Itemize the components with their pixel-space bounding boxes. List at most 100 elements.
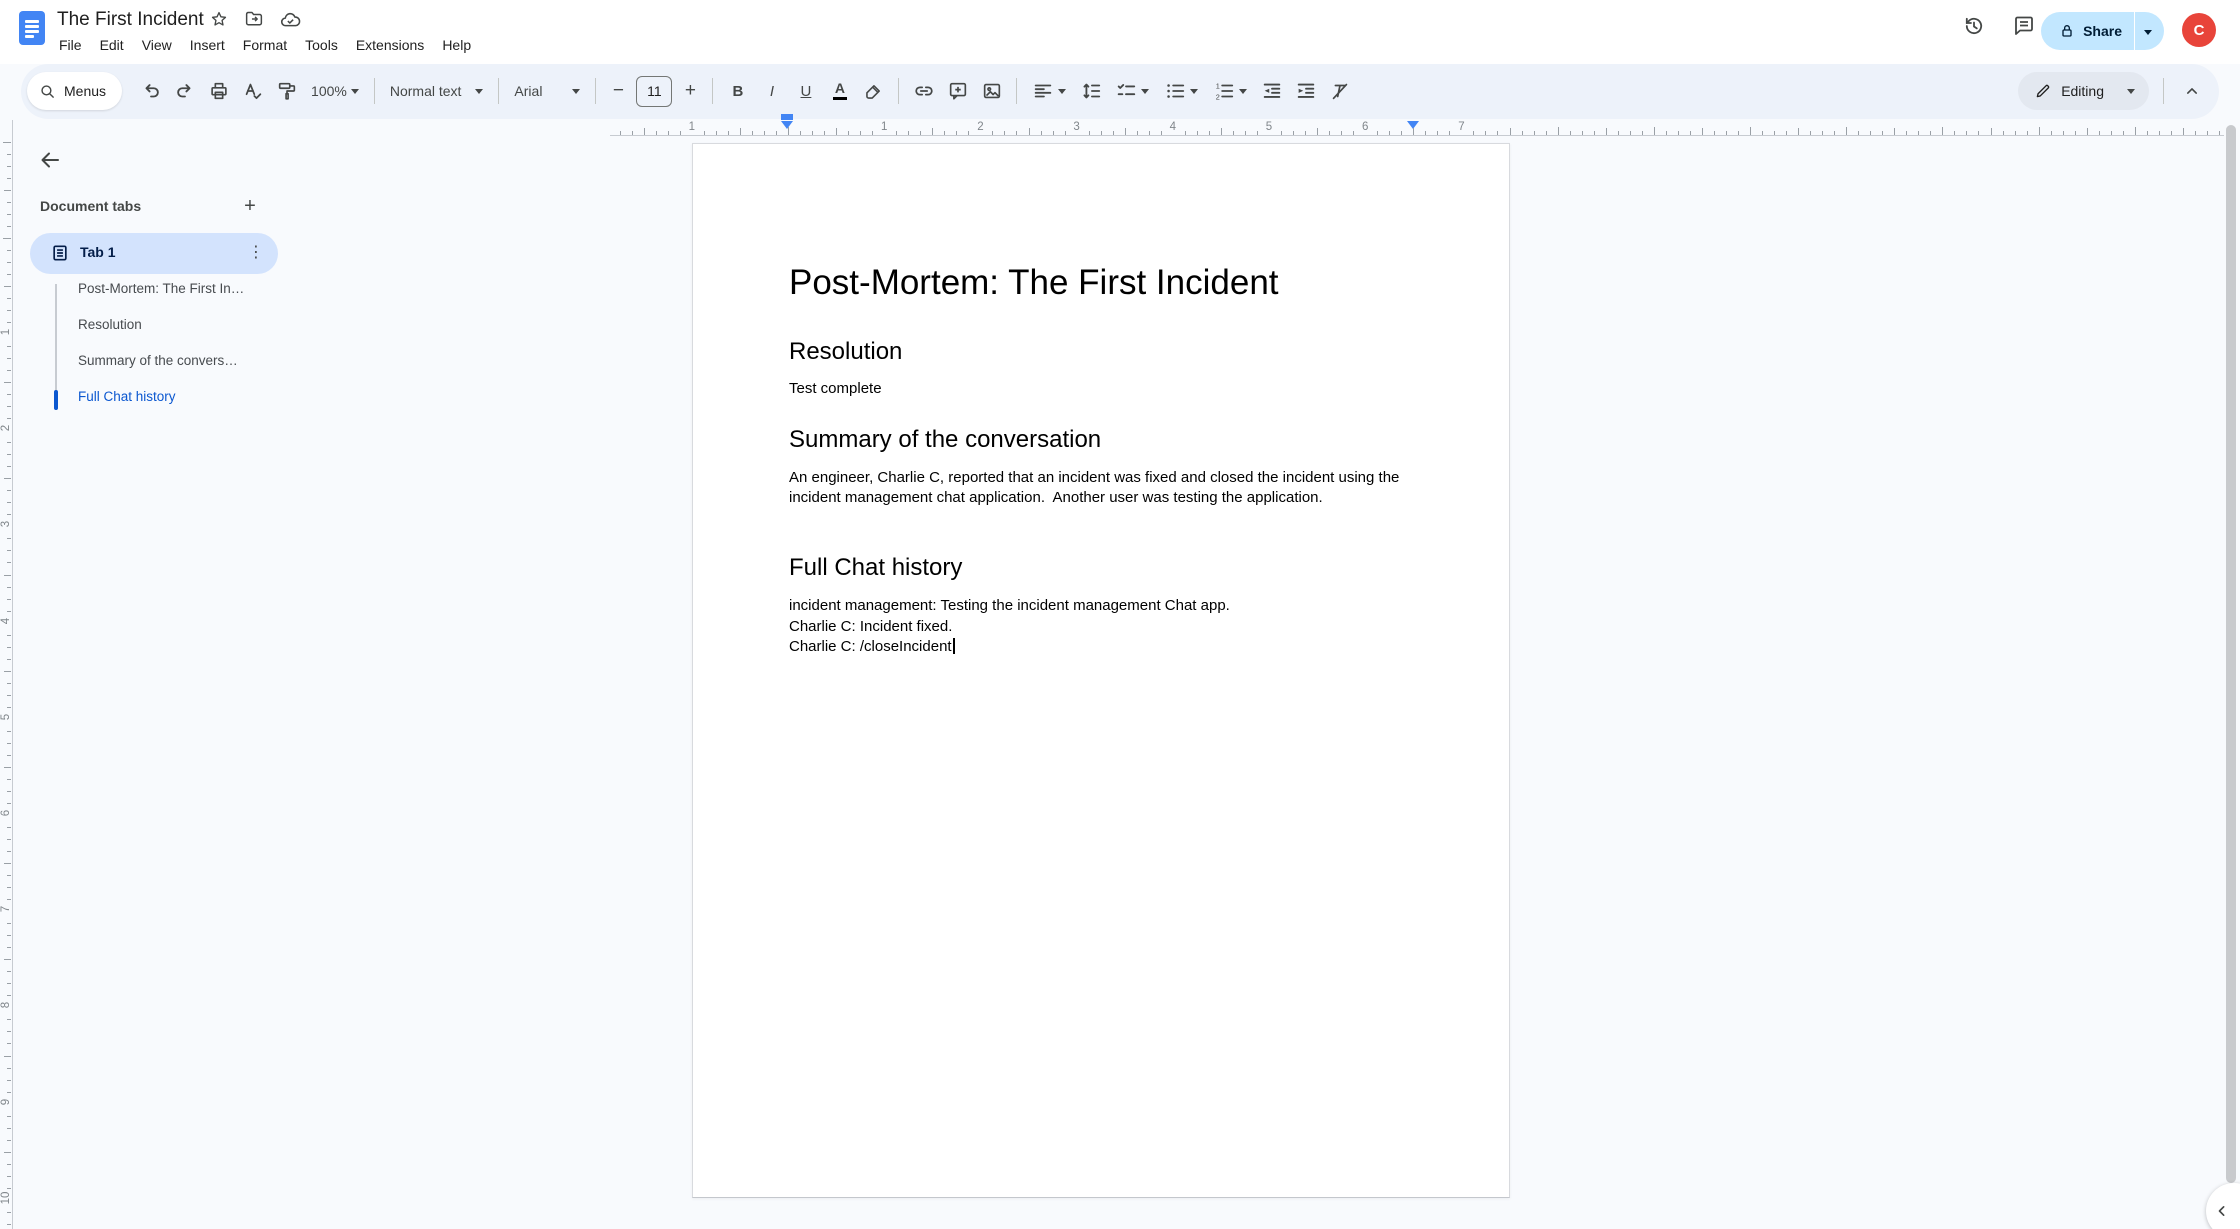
italic-button[interactable]: I	[758, 78, 785, 105]
outline-item[interactable]: Resolution	[78, 317, 278, 339]
hide-menus-button[interactable]	[2178, 78, 2205, 105]
font-select[interactable]: Arial	[510, 78, 584, 105]
ruler-tick	[2027, 131, 2028, 135]
font-size-input[interactable]: 11	[636, 76, 672, 107]
header: The First Incident FileEditViewInsertFor…	[0, 0, 2240, 64]
doc-heading[interactable]: Resolution	[789, 338, 1413, 366]
tab-item-tab1[interactable]: Tab 1 ⋮	[30, 233, 278, 274]
highlight-color-button[interactable]	[860, 78, 887, 105]
font-size-decrease-button[interactable]: −	[607, 80, 629, 102]
style-value: Normal text	[390, 83, 462, 99]
ruler-tick	[1485, 131, 1486, 135]
checklist-button[interactable]	[1111, 78, 1153, 105]
ruler-tick	[1353, 131, 1354, 135]
doc-heading[interactable]: Summary of the conversation	[789, 426, 1413, 454]
paint-format-button[interactable]	[273, 78, 300, 105]
add-comment-button[interactable]	[944, 78, 971, 105]
comments-icon[interactable]	[2012, 14, 2036, 38]
section-resolution: Resolution Test complete	[789, 338, 1413, 399]
document-title[interactable]: The First Incident	[57, 8, 204, 32]
expand-side-panel-button[interactable]	[2206, 1183, 2240, 1229]
share-dropdown[interactable]	[2135, 22, 2164, 40]
outline-item[interactable]: Post-Mortem: The First In…	[78, 281, 278, 303]
print-button[interactable]	[205, 78, 232, 105]
decrease-indent-button[interactable]	[1258, 78, 1285, 105]
numbered-list-button[interactable]: 12	[1209, 78, 1251, 105]
ruler-tick	[4, 959, 11, 960]
doc-paragraph[interactable]: An engineer, Charlie C, reported that an…	[789, 468, 1413, 508]
menu-file[interactable]: File	[50, 35, 91, 55]
bold-button[interactable]: B	[724, 78, 751, 105]
left-indent-marker[interactable]	[781, 121, 793, 129]
chat-line[interactable]: Charlie C: Incident fixed.	[789, 617, 1413, 638]
doc-paragraph[interactable]: Test complete	[789, 379, 1413, 399]
menus-search-button[interactable]: Menus	[27, 72, 122, 110]
paragraph-style-select[interactable]: Normal text	[386, 78, 488, 105]
ruler-tick	[1329, 131, 1330, 135]
bulleted-list-button[interactable]	[1160, 78, 1202, 105]
zoom-select[interactable]: 100%	[307, 78, 363, 105]
ruler-label: 2	[970, 121, 990, 133]
docs-logo-icon[interactable]	[19, 11, 45, 45]
cloud-saved-icon[interactable]	[280, 11, 301, 28]
ruler-tick	[7, 935, 11, 936]
account-avatar[interactable]: C	[2182, 13, 2216, 47]
clear-formatting-button[interactable]	[1326, 78, 1353, 105]
menu-tools[interactable]: Tools	[296, 35, 347, 55]
ruler-tick	[1906, 131, 1907, 135]
ruler-tick	[1570, 131, 1571, 135]
menu-edit[interactable]: Edit	[91, 35, 133, 55]
underline-button[interactable]: U	[792, 78, 819, 105]
menu-extensions[interactable]: Extensions	[347, 35, 433, 55]
toolbar-separator	[374, 78, 375, 104]
font-caret-icon	[572, 89, 580, 94]
tab-options-icon[interactable]: ⋮	[248, 242, 264, 262]
ruler-tick	[1341, 131, 1342, 135]
insert-link-button[interactable]	[910, 78, 937, 105]
first-line-indent-marker[interactable]	[781, 114, 793, 120]
menu-help[interactable]: Help	[433, 35, 480, 55]
menu-format[interactable]: Format	[234, 35, 296, 55]
chat-line[interactable]: incident management: Testing the inciden…	[789, 596, 1413, 617]
menu-view[interactable]: View	[133, 35, 181, 55]
vertical-ruler[interactable]: 12345678910	[0, 120, 13, 1229]
ruler-tick	[1894, 128, 1895, 135]
ruler-tick	[1942, 127, 1943, 135]
ruler-tick	[7, 839, 11, 840]
redo-button[interactable]	[171, 78, 198, 105]
ruler-tick	[920, 131, 921, 135]
back-button[interactable]	[32, 142, 68, 178]
ruler-tick	[2051, 131, 2052, 135]
ruler-tick	[4, 190, 11, 191]
share-button[interactable]: Share	[2041, 12, 2164, 50]
star-icon[interactable]	[210, 10, 228, 28]
text-color-button[interactable]: A	[826, 78, 853, 105]
add-tab-button[interactable]: +	[236, 192, 264, 220]
version-history-icon[interactable]	[1962, 14, 1986, 38]
document-page[interactable]: Post-Mortem: The First Incident Resoluti…	[692, 143, 1510, 1198]
spell-check-button[interactable]	[239, 78, 266, 105]
chat-line-with-cursor[interactable]: Charlie C: /closeIncident	[789, 637, 1413, 658]
line-spacing-button[interactable]	[1077, 78, 1104, 105]
ruler-tick	[7, 274, 11, 275]
insert-image-button[interactable]	[978, 78, 1005, 105]
align-button[interactable]	[1028, 78, 1070, 105]
ruler-tick	[2075, 131, 2076, 135]
move-folder-icon[interactable]	[244, 10, 264, 28]
ruler-tick	[944, 131, 945, 135]
ruler-tick	[7, 983, 11, 984]
ruler-tick	[1305, 131, 1306, 135]
increase-indent-button[interactable]	[1292, 78, 1319, 105]
doc-heading-title[interactable]: Post-Mortem: The First Incident	[789, 262, 1413, 304]
ruler-tick	[7, 562, 11, 563]
vertical-scrollbar[interactable]	[2226, 125, 2236, 1183]
ruler-tick	[680, 131, 681, 135]
outline-item-active[interactable]: Full Chat history	[78, 389, 278, 411]
font-size-increase-button[interactable]: +	[679, 80, 701, 102]
outline-item[interactable]: Summary of the convers…	[78, 353, 278, 375]
doc-heading[interactable]: Full Chat history	[789, 554, 1413, 582]
undo-button[interactable]	[137, 78, 164, 105]
mode-select[interactable]: Editing	[2018, 72, 2149, 110]
menu-insert[interactable]: Insert	[181, 35, 234, 55]
horizontal-ruler[interactable]: 11234567	[610, 112, 2224, 136]
